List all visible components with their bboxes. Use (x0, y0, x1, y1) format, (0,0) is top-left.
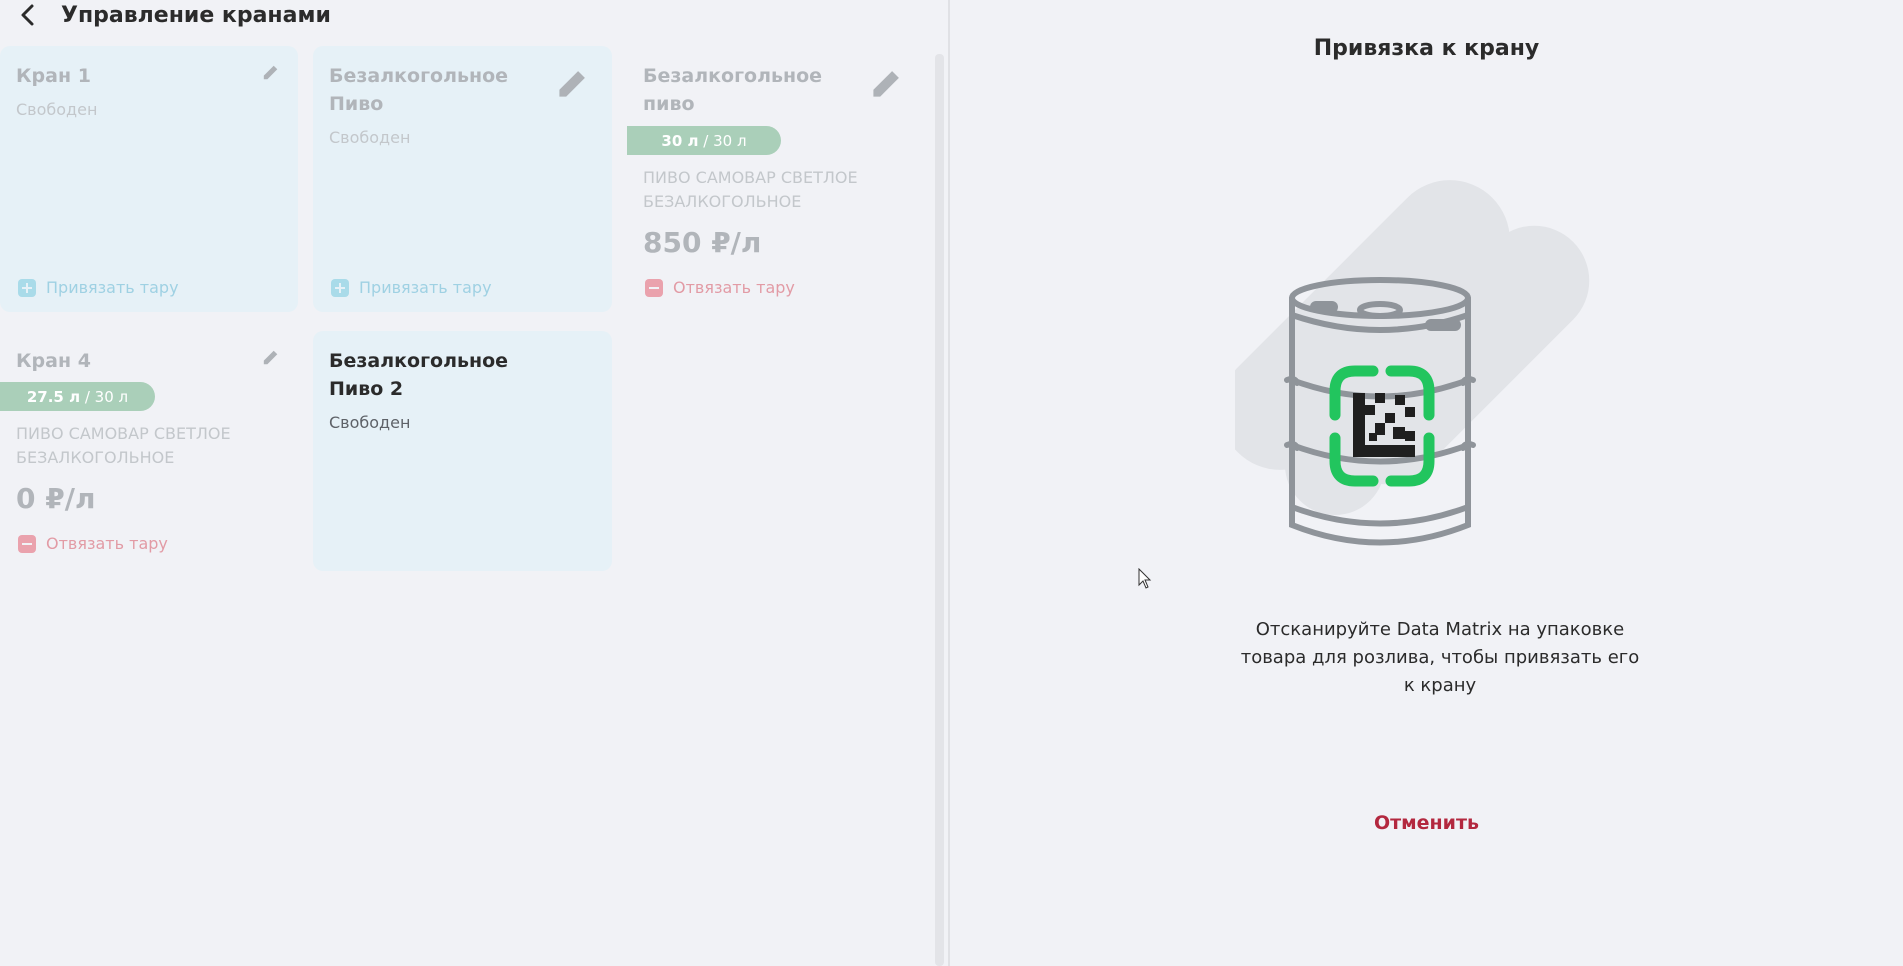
product-name: ПИВО САМОВАР СВЕТЛОЕ БЕЗАЛКОГОЛЬНОЕ (643, 168, 858, 211)
tap-status: Свободен (329, 128, 411, 147)
scan-instruction: Отсканируйте Data Matrix на упаковке тов… (1240, 619, 1640, 696)
tap-card-4[interactable]: Кран 4 27.5 л / 30 л ПИВО САМОВАР СВЕТЛО… (0, 331, 298, 571)
binding-panel: Привязка к крану Отсканируйте Data Matri… (950, 0, 1903, 966)
price: 850 ₽/л (643, 226, 762, 259)
bind-container-button[interactable]: Привязать тару (18, 278, 179, 297)
back-arrow-icon[interactable] (16, 2, 40, 28)
plus-square-icon (331, 278, 349, 297)
tap-status: Свободен (329, 413, 411, 432)
unbind-container-label: Отвязать тару (673, 278, 795, 297)
pencil-icon[interactable] (262, 63, 280, 81)
scrollbar[interactable] (935, 54, 944, 966)
taps-list-pane: Управление кранами Кран 1 Свободен Привя… (0, 0, 948, 966)
unbind-container-label: Отвязать тару (46, 534, 168, 553)
price: 0 ₽/л (16, 482, 96, 515)
mouse-cursor-icon (1138, 568, 1152, 589)
pencil-icon[interactable] (870, 66, 904, 100)
page-header: Управление кранами (0, 0, 948, 34)
minus-square-icon (645, 278, 663, 297)
bind-container-button[interactable]: Привязать тару (331, 278, 492, 297)
page-title: Управление кранами (61, 3, 331, 28)
tap-card-5[interactable]: Безалкогольное Пиво 2 Свободен (313, 331, 612, 571)
tap-status: Свободен (16, 100, 98, 119)
volume-bar: 27.5 л / 30 л (0, 382, 155, 411)
bind-container-label: Привязать тару (359, 278, 492, 297)
panel-title: Привязка к крану (1313, 36, 1540, 61)
tap-title: Кран 1 (16, 65, 91, 87)
keg-datamatrix-illustration (1235, 180, 1590, 546)
volume-bar: 30 л / 30 л (627, 126, 781, 155)
tap-card-1[interactable]: Кран 1 Свободен Привязать тару (0, 46, 298, 312)
pencil-icon[interactable] (556, 66, 590, 100)
tap-card-3[interactable]: Безалкогольное пиво 30 л / 30 л ПИВО САМО… (627, 46, 926, 312)
cancel-button[interactable]: Отменить (950, 812, 1903, 834)
tap-title: Безалкогольное Пиво (329, 65, 509, 115)
bind-container-label: Привязать тару (46, 278, 179, 297)
product-name: ПИВО САМОВАР СВЕТЛОЕ БЕЗАЛКОГОЛЬНОЕ (16, 424, 231, 467)
tap-title: Безалкогольное Пиво 2 (329, 350, 509, 400)
unbind-container-button[interactable]: Отвязать тару (645, 278, 795, 297)
minus-square-icon (18, 534, 36, 553)
unbind-container-button[interactable]: Отвязать тару (18, 534, 168, 553)
pencil-icon[interactable] (262, 348, 280, 366)
tap-title: Кран 4 (16, 350, 91, 372)
plus-square-icon (18, 278, 36, 297)
tap-title: Безалкогольное пиво (643, 65, 823, 115)
tap-card-2[interactable]: Безалкогольное Пиво Свободен Привязать та… (313, 46, 612, 312)
